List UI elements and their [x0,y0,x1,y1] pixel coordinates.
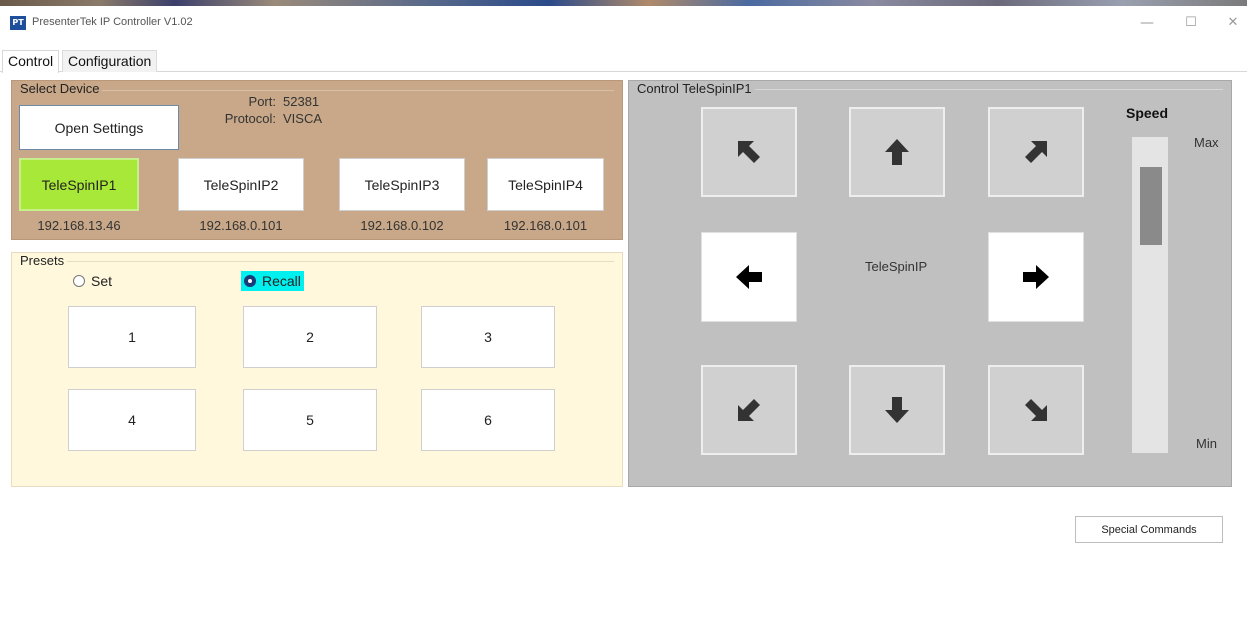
tilt-down-button[interactable] [849,365,945,455]
radio-set-indicator[interactable] [73,275,85,287]
arrow-down-right-icon [1025,399,1047,421]
protocol-value: VISCA [283,111,323,126]
preset-button-4[interactable]: 4 [68,389,196,451]
speed-max-label: Max [1194,135,1219,150]
device-ip-3: 192.168.0.102 [360,218,444,233]
arrow-right-icon [1023,265,1049,289]
control-label: Control TeleSpinIP1 [637,81,755,96]
device-button-telespinip3[interactable]: TeleSpinIP3 [339,158,465,211]
device-button-telespinip4[interactable]: TeleSpinIP4 [487,158,604,211]
device-button-telespinip2[interactable]: TeleSpinIP2 [178,158,304,211]
radio-recall[interactable]: Recall [241,271,304,291]
speed-min-label: Min [1196,436,1217,451]
tab-configuration[interactable]: Configuration [62,50,158,72]
protocol-label: Protocol: [224,111,276,126]
preset-button-1[interactable]: 1 [68,306,196,368]
arrow-up-right-icon [1025,141,1047,163]
radio-recall-label: Recall [262,273,301,289]
radio-set-label: Set [91,273,113,289]
presets-label: Presets [20,253,68,268]
arrow-left-icon [736,265,762,289]
device-button-telespinip1[interactable]: TeleSpinIP1 [19,158,139,211]
select-device-label: Select Device [20,81,103,96]
pan-up-left-button[interactable] [701,107,797,197]
tab-control[interactable]: Control [2,50,60,73]
device-ip-2: 192.168.0.101 [199,218,283,233]
window-title: PresenterTek IP Controller V1.02 [32,16,193,28]
title-bar: PT PresenterTek IP Controller V1.02 — ☐ … [0,6,1247,42]
radio-set[interactable]: Set [70,271,115,291]
speed-label: Speed [1126,105,1169,121]
camera-name-label: TeleSpinIP [865,259,928,274]
preset-button-5[interactable]: 5 [243,389,377,451]
speed-slider-thumb[interactable] [1140,167,1162,246]
control-group: Control TeleSpinIP1 TeleSpinIP Speed Max… [628,80,1232,487]
minimize-button[interactable]: — [1132,12,1162,34]
pan-right-button[interactable] [988,232,1084,322]
radio-recall-indicator[interactable] [244,275,256,287]
group-border [20,90,614,91]
open-settings-button[interactable]: Open Settings [19,105,179,150]
close-button[interactable]: ✕ [1218,12,1247,34]
preset-button-2[interactable]: 2 [243,306,377,368]
app-icon: PT [10,16,26,30]
maximize-button[interactable]: ☐ [1176,12,1206,34]
pan-down-left-button[interactable] [701,365,797,455]
tab-bar: Control Configuration [0,46,1247,73]
arrow-down-left-icon [738,399,760,421]
presets-group: Presets Set Recall 1 2 3 4 5 6 [11,252,623,487]
port-label: Port: [248,94,276,109]
preset-button-6[interactable]: 6 [421,389,555,451]
arrow-up-left-icon [738,141,760,163]
speed-slider[interactable] [1132,137,1168,453]
device-ip-4: 192.168.0.101 [503,218,588,233]
pan-down-right-button[interactable] [988,365,1084,455]
arrow-up-icon [885,139,909,165]
group-border [20,261,614,262]
pan-up-right-button[interactable] [988,107,1084,197]
select-device-group: Select Device Open Settings Port: 52381 … [11,80,623,240]
arrow-down-icon [885,397,909,423]
device-ip-1: 192.168.13.46 [37,218,121,233]
pan-left-button[interactable] [701,232,797,322]
preset-button-3[interactable]: 3 [421,306,555,368]
port-value: 52381 [283,94,320,109]
tilt-up-button[interactable] [849,107,945,197]
special-commands-button[interactable]: Special Commands [1075,516,1223,543]
